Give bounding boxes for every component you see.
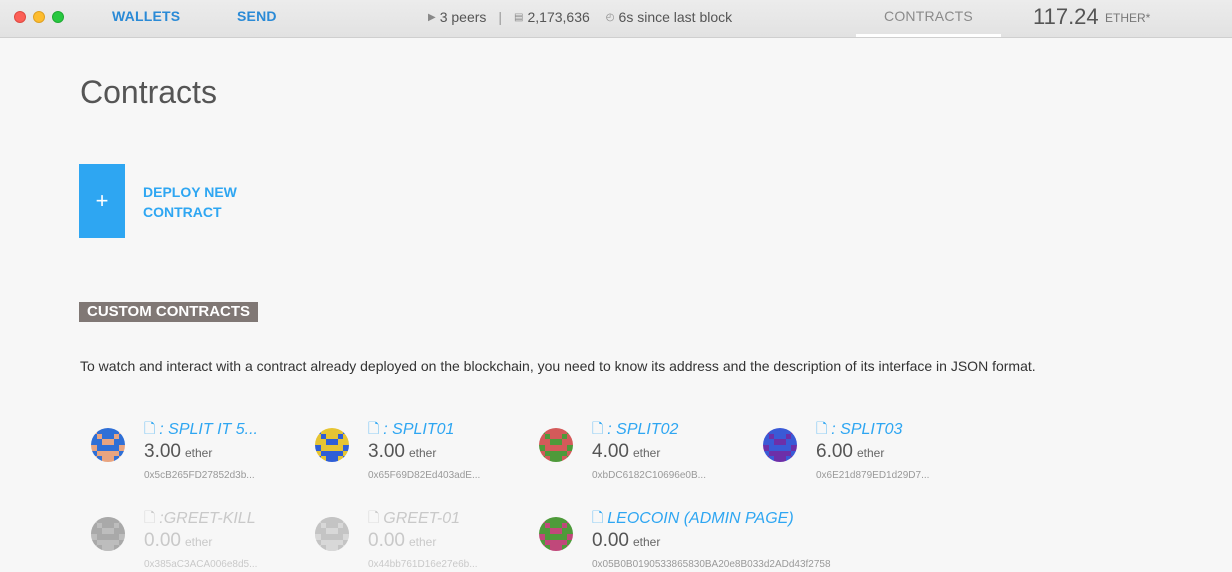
identicon-avatar <box>763 428 797 462</box>
contract-address: 0x6E21d879ED1d29D7... <box>816 470 930 481</box>
identicon-avatar <box>91 428 125 462</box>
network-status: ▶ 3 peers | ▤ 2,173,636 ◴ 6s since last … <box>428 9 732 25</box>
document-icon: 🗋 <box>816 420 828 436</box>
identicon-cell <box>119 545 125 551</box>
window-maximize-button[interactable] <box>52 11 64 23</box>
clock-icon: ◴ <box>605 11 615 23</box>
balance-amount: 117.24 <box>1033 4 1099 29</box>
identicon-cell <box>567 456 573 462</box>
contract-address: 0x385aC3ACA006e8d5... <box>144 559 258 570</box>
contract-name[interactable]: 🗋 LEOCOIN (ADMIN PAGE) <box>592 507 794 531</box>
blocks-icon: ▤ <box>514 11 524 23</box>
identicon-cell <box>567 545 573 551</box>
document-icon: 🗋 <box>368 509 380 525</box>
contract-card[interactable]: 🗋 GREET-01 0.00 ether 0x44bb761D16e27e6b..… <box>304 499 514 571</box>
document-icon: 🗋 <box>144 509 156 525</box>
identicon-avatar <box>539 517 573 551</box>
identicon-avatar <box>91 517 125 551</box>
contract-balance: 0.00 ether <box>368 530 437 551</box>
window-close-button[interactable] <box>14 11 26 23</box>
contract-name[interactable]: 🗋: SPLIT02 <box>592 418 678 442</box>
contract-balance: 4.00 ether <box>592 441 661 462</box>
nav-wallets[interactable]: WALLETS <box>112 8 180 24</box>
contract-balance: 6.00 ether <box>816 441 885 462</box>
contract-balance: 0.00 ether <box>592 530 661 551</box>
custom-contracts-description: To watch and interact with a contract al… <box>80 358 1036 374</box>
plus-icon: + <box>95 188 109 213</box>
contract-name[interactable]: 🗋: SPLIT IT 5... <box>144 418 258 442</box>
status-divider: | <box>498 9 503 25</box>
contract-address: 0x5cB265FD27852d3b... <box>144 470 255 481</box>
contract-address: 0x65F69D82Ed403adE... <box>368 470 481 481</box>
contract-name[interactable]: 🗋: SPLIT01 <box>368 418 454 442</box>
contract-balance: 0.00 ether <box>144 530 213 551</box>
contract-name[interactable]: 🗋:GREET-KILL <box>144 507 256 531</box>
balance-unit: ETHER* <box>1105 11 1151 25</box>
contract-card[interactable]: 🗋: SPLIT01 3.00 ether 0x65F69D82Ed403adE.… <box>304 410 514 482</box>
contract-card[interactable]: 🗋 LEOCOIN (ADMIN PAGE) 0.00 ether 0x05B0B0… <box>528 499 888 571</box>
contract-name[interactable]: 🗋: SPLIT03 <box>816 418 902 442</box>
active-tab-indicator <box>856 34 1001 37</box>
contract-card[interactable]: 🗋:GREET-KILL 0.00 ether 0x385aC3ACA006e8d… <box>80 499 290 571</box>
window-minimize-button[interactable] <box>33 11 45 23</box>
identicon-cell <box>343 456 349 462</box>
contract-balance: 3.00 ether <box>144 441 213 462</box>
contract-name[interactable]: 🗋 GREET-01 <box>368 507 460 531</box>
contract-balance: 3.00 ether <box>368 441 437 462</box>
document-icon: 🗋 <box>592 509 604 525</box>
deploy-new-contract-label[interactable]: DEPLOY NEW CONTRACT <box>143 182 263 222</box>
document-icon: 🗋 <box>592 420 604 436</box>
contract-card[interactable]: 🗋: SPLIT02 4.00 ether 0xbDC6182C10696e0B.… <box>528 410 738 482</box>
contract-card[interactable]: 🗋: SPLIT IT 5... 3.00 ether 0x5cB265FD278… <box>80 410 290 482</box>
contract-address: 0xbDC6182C10696e0B... <box>592 470 706 481</box>
identicon-avatar <box>315 517 349 551</box>
window-titlebar: WALLETS SEND ▶ 3 peers | ▤ 2,173,636 ◴ 6… <box>0 0 1232 38</box>
since-last-block: 6s since last block <box>618 9 733 25</box>
document-icon: 🗋 <box>368 420 380 436</box>
identicon-cell <box>791 456 797 462</box>
contract-address: 0x44bb761D16e27e6b... <box>368 559 478 570</box>
page-title: Contracts <box>80 74 217 110</box>
nav-send[interactable]: SEND <box>237 8 277 24</box>
block-number: 2,173,636 <box>527 9 590 25</box>
identicon-cell <box>343 545 349 551</box>
deploy-new-contract-button[interactable]: + <box>79 164 125 238</box>
identicon-cell <box>119 456 125 462</box>
contract-card[interactable]: 🗋: SPLIT03 6.00 ether 0x6E21d879ED1d29D7.… <box>752 410 962 482</box>
identicon-avatar <box>315 428 349 462</box>
peers-icon: ▶ <box>428 11 436 23</box>
custom-contracts-heading: CUSTOM CONTRACTS <box>79 302 259 322</box>
document-icon: 🗋 <box>144 420 156 436</box>
peers-count: 3 peers <box>439 9 487 25</box>
contract-address: 0x05B0B0190533865830BA20e8B033d2ADd43f27… <box>592 559 831 570</box>
identicon-avatar <box>539 428 573 462</box>
